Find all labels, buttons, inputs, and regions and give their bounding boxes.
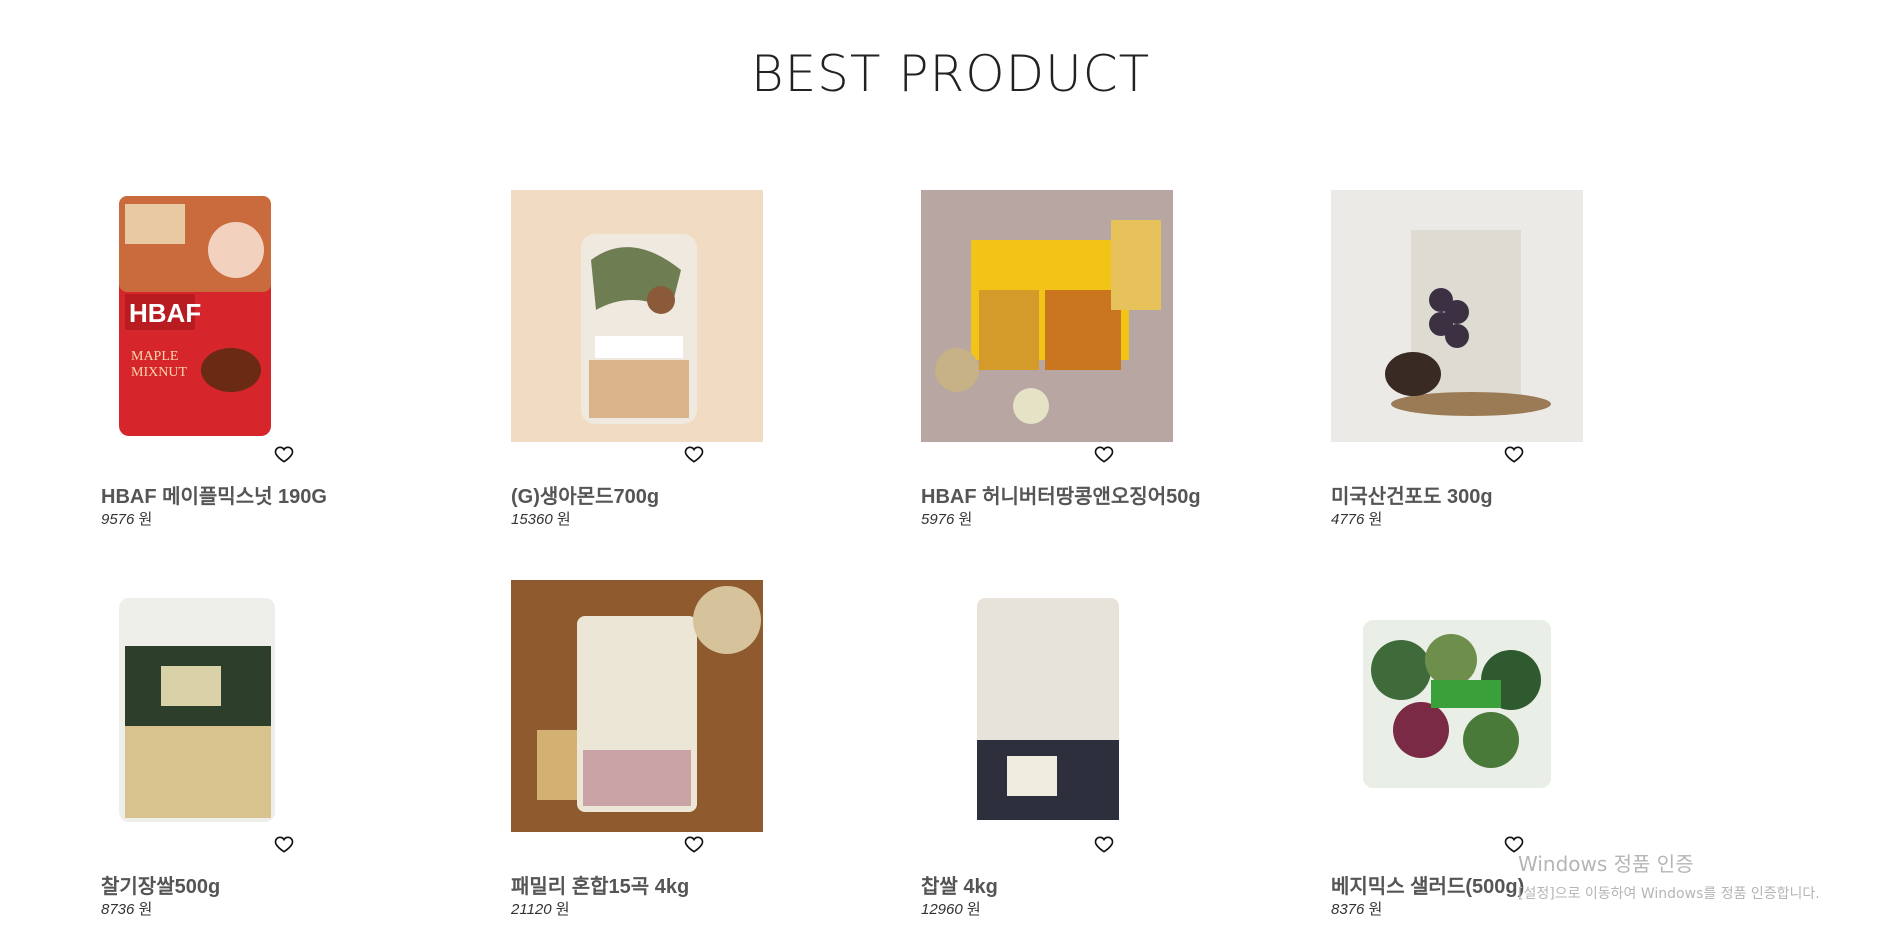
product-image[interactable] <box>511 190 763 442</box>
product-name[interactable]: 패밀리 혼합15곡 4kg <box>511 870 689 899</box>
product-price: 8736 원 <box>101 901 153 918</box>
product-card[interactable]: HBAF 허니버터땅콩앤오징어50g 5976 원 <box>921 190 1221 540</box>
svg-text:MAPLE: MAPLE <box>131 349 178 364</box>
product-image[interactable] <box>921 190 1173 442</box>
svg-text:MIXNUT: MIXNUT <box>131 365 187 380</box>
page-title: BEST PRODUCT <box>750 45 1151 103</box>
product-card[interactable]: (G)생아몬드700g 15360 원 <box>511 190 811 540</box>
product-name[interactable]: 베지믹스 샐러드(500g) <box>1331 870 1524 899</box>
wishlist-heart-icon[interactable] <box>1504 443 1528 467</box>
product-price: 15360 원 <box>511 511 571 528</box>
product-name[interactable]: HBAF 메이플믹스넛 190G <box>101 480 327 509</box>
windows-activation-watermark: Windows 정품 인증 [설정]으로 이동하여 Windows를 정품 인증… <box>1518 848 1820 903</box>
product-card[interactable]: HBAF MAPLE MIXNUT HBAF 메이플믹스넛 190G 9576 … <box>101 190 401 540</box>
wishlist-heart-icon[interactable] <box>1094 833 1118 857</box>
product-image[interactable] <box>1331 580 1583 832</box>
wishlist-heart-icon[interactable] <box>274 443 298 467</box>
product-image[interactable] <box>101 580 353 832</box>
product-image[interactable] <box>921 580 1173 832</box>
product-price: 8376 원 <box>1331 901 1383 918</box>
product-name[interactable]: 찹쌀 4kg <box>921 870 998 899</box>
product-price: 4776 원 <box>1331 511 1383 528</box>
svg-text:HBAF: HBAF <box>129 298 201 328</box>
product-image[interactable] <box>511 580 763 832</box>
watermark-subtitle: [설정]으로 이동하여 Windows를 정품 인증합니다. <box>1518 886 1820 902</box>
product-name[interactable]: (G)생아몬드700g <box>511 480 659 509</box>
watermark-title: Windows 정품 인증 <box>1518 852 1694 876</box>
product-image[interactable] <box>1331 190 1583 442</box>
wishlist-heart-icon[interactable] <box>684 833 708 857</box>
product-price: 21120 원 <box>511 901 570 918</box>
product-name[interactable]: 미국산건포도 300g <box>1331 480 1493 509</box>
wishlist-heart-icon[interactable] <box>684 443 708 467</box>
product-card[interactable]: 찹쌀 4kg 12960 원 <box>921 580 1221 930</box>
product-name[interactable]: HBAF 허니버터땅콩앤오징어50g <box>921 480 1201 509</box>
product-price: 5976 원 <box>921 511 973 528</box>
product-name[interactable]: 찰기장쌀500g <box>101 870 220 899</box>
product-image[interactable]: HBAF MAPLE MIXNUT <box>101 190 353 442</box>
product-card[interactable]: 미국산건포도 300g 4776 원 <box>1331 190 1631 540</box>
wishlist-heart-icon[interactable] <box>1094 443 1118 467</box>
product-card[interactable]: 패밀리 혼합15곡 4kg 21120 원 <box>511 580 811 930</box>
product-price: 12960 원 <box>921 901 981 918</box>
product-card[interactable]: 찰기장쌀500g 8736 원 <box>101 580 401 930</box>
product-price: 9576 원 <box>101 511 153 528</box>
wishlist-heart-icon[interactable] <box>274 833 298 857</box>
